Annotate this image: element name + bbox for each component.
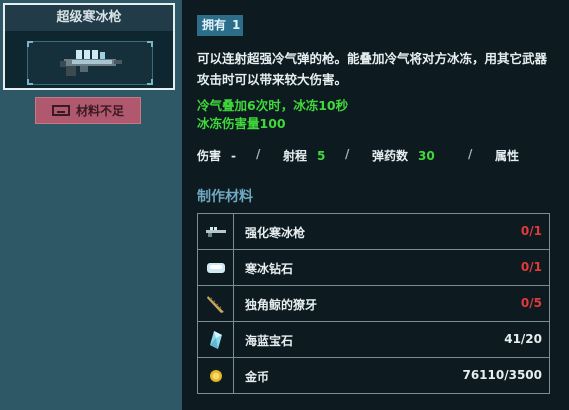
weapon-description: 可以连射超强冷气弹的枪。能叠加冷气将对方冰冻，用其它武器攻击时可以带来较大伤害。 xyxy=(197,51,548,87)
material-count: 0/1 xyxy=(520,224,542,238)
stat-ammo-value: 30 xyxy=(418,149,435,163)
material-name: 独角鲸的獠牙 xyxy=(245,298,318,312)
material-count: 76110/3500 xyxy=(462,368,542,382)
ice-gun-icon xyxy=(205,226,226,237)
stat-range: 射程 5 xyxy=(283,147,325,164)
owned-label: 拥有 xyxy=(202,18,227,32)
material-row-ice-diamond[interactable]: 寒冰钻石 0/1 xyxy=(197,250,550,286)
stat-ammo-label: 弹药数 xyxy=(372,149,409,163)
weapon-stats: 伤害 - / 射程 5 / 弹药数 30 / 属性 xyxy=(197,147,557,165)
weapon-effects: 冷气叠加6次时，冰冻10秒 冰冻伤害量100 xyxy=(197,97,348,133)
stat-separator: / xyxy=(468,147,473,161)
effect-freeze-damage: 冰冻伤害量100 xyxy=(197,116,286,131)
material-name: 寒冰钻石 xyxy=(245,262,294,276)
ice-diamond-icon xyxy=(206,262,225,273)
material-name: 海蓝宝石 xyxy=(245,334,294,348)
material-count: 0/5 xyxy=(520,296,542,310)
stat-separator: / xyxy=(345,147,350,161)
owned-count: 1 xyxy=(232,18,241,32)
narwhal-tusk-icon xyxy=(206,295,224,313)
owned-badge: 拥有 1 xyxy=(197,15,243,36)
weapon-name: 超级寒冰枪 xyxy=(5,5,173,31)
stat-range-value: 5 xyxy=(317,149,326,163)
stat-range-label: 射程 xyxy=(283,149,308,163)
stat-attribute-label: 属性 xyxy=(495,149,520,163)
material-name: 金币 xyxy=(245,370,270,384)
stat-damage: 伤害 - xyxy=(197,147,236,164)
effect-freeze: 冷气叠加6次时，冰冻10秒 xyxy=(197,98,349,113)
craft-button-label: 材料不足 xyxy=(75,104,124,118)
aquamarine-icon xyxy=(209,330,222,349)
craft-icon xyxy=(51,105,70,116)
material-row-narwhal-tusk[interactable]: 独角鲸的獠牙 0/5 xyxy=(197,286,550,322)
weapon-detail-panel: 拥有 1 可以连射超强冷气弹的枪。能叠加冷气将对方冰冻，用其它武器攻击时可以带来较… xyxy=(182,0,569,410)
stat-ammo: 弹药数 30 xyxy=(372,147,435,164)
stat-separator: / xyxy=(256,147,261,161)
gold-coin-icon xyxy=(209,369,222,382)
material-row-gold-coin[interactable]: 金币 76110/3500 xyxy=(197,358,550,394)
stat-attribute: 属性 xyxy=(495,147,519,164)
stat-damage-value: - xyxy=(231,149,236,163)
weapon-card[interactable]: 超级寒冰枪 xyxy=(3,3,175,90)
weapon-image-frame xyxy=(27,41,153,85)
material-count: 41/20 xyxy=(504,332,542,346)
material-row-aquamarine[interactable]: 海蓝宝石 41/20 xyxy=(197,322,550,358)
materials-list: 强化寒冰枪 0/1 寒冰钻石 0/1 独角鲸的獠牙 0/5 海蓝宝石 41/20… xyxy=(197,213,550,394)
material-row-ice-gun[interactable]: 强化寒冰枪 0/1 xyxy=(197,214,550,250)
material-insufficient-button[interactable]: 材料不足 xyxy=(35,97,141,124)
super-ice-gun-icon xyxy=(60,50,122,76)
material-name: 强化寒冰枪 xyxy=(245,226,306,240)
materials-title: 制作材料 xyxy=(197,189,253,205)
stat-damage-label: 伤害 xyxy=(197,149,222,163)
material-count: 0/1 xyxy=(520,260,542,274)
